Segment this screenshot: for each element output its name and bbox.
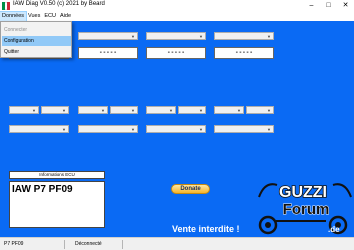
chevron-down-icon: ▼ — [267, 127, 271, 132]
ecu-info-box: IAW P7 PF09 — [9, 181, 105, 228]
parameter-select-16[interactable]: ▼ — [214, 125, 274, 133]
logo-text-suffix: .de — [328, 225, 340, 234]
parameter-select-4[interactable]: ▼ — [214, 32, 274, 40]
parameter-select-14[interactable]: ▼ — [78, 125, 138, 133]
status-divider — [64, 240, 65, 249]
chevron-down-icon: ▼ — [131, 108, 135, 113]
menu-vues[interactable]: Vues — [26, 12, 42, 21]
chevron-down-icon: ▼ — [237, 108, 241, 113]
chevron-down-icon: ▼ — [199, 108, 203, 113]
close-button[interactable]: ✕ — [337, 0, 354, 12]
status-bar: P7 PF09 Déconnecté — [0, 237, 354, 250]
chevron-down-icon: ▼ — [101, 108, 105, 113]
chevron-down-icon: ▼ — [131, 127, 135, 132]
menu-donnees[interactable]: Données — [0, 11, 28, 22]
title-bar: IAW Diag V0.50 (c) 2021 by Beard – □ ✕ — [0, 0, 354, 12]
watermark-text: Vente interdite ! — [172, 224, 240, 234]
menu-ecu[interactable]: ECU — [42, 12, 58, 21]
value-display-3: ----- — [146, 47, 206, 59]
donnees-dropdown-menu: Connecter Configuration Quitter — [0, 21, 72, 58]
parameter-select-7[interactable]: ▼ — [78, 106, 108, 114]
chevron-down-icon: ▼ — [199, 127, 203, 132]
ecu-info-value: IAW P7 PF09 — [12, 184, 73, 195]
chevron-down-icon: ▼ — [32, 108, 36, 113]
parameter-select-13[interactable]: ▼ — [9, 125, 69, 133]
chevron-down-icon: ▼ — [199, 34, 203, 39]
chevron-down-icon: ▼ — [131, 34, 135, 39]
status-connection: Déconnecté — [75, 241, 102, 247]
chevron-down-icon: ▼ — [62, 108, 66, 113]
menu-item-quitter[interactable]: Quitter — [2, 47, 71, 57]
minimize-button[interactable]: – — [303, 0, 320, 12]
chevron-down-icon: ▼ — [267, 34, 271, 39]
italian-flag-icon — [2, 2, 11, 10]
parameter-select-3[interactable]: ▼ — [146, 32, 206, 40]
parameter-select-8[interactable]: ▼ — [110, 106, 138, 114]
maximize-button[interactable]: □ — [320, 0, 337, 12]
donate-button[interactable]: Donate — [171, 184, 210, 194]
value-display-4: ----- — [214, 47, 274, 59]
parameter-select-2[interactable]: ▼ — [78, 32, 138, 40]
logo-text-guzzi: GUZZI — [279, 184, 327, 201]
status-divider — [122, 240, 123, 249]
parameter-select-15[interactable]: ▼ — [146, 125, 206, 133]
guzzi-forum-logo: GUZZI Forum .de — [258, 183, 352, 235]
window-title: IAW Diag V0.50 (c) 2021 by Beard — [13, 1, 105, 7]
menu-item-connecter[interactable]: Connecter — [2, 25, 71, 35]
parameter-select-5[interactable]: ▼ — [9, 106, 39, 114]
parameter-select-12[interactable]: ▼ — [246, 106, 274, 114]
parameter-select-11[interactable]: ▼ — [214, 106, 244, 114]
parameter-select-10[interactable]: ▼ — [178, 106, 206, 114]
menu-item-configuration[interactable]: Configuration — [2, 36, 71, 46]
logo-text-forum: Forum — [283, 201, 330, 218]
chevron-down-icon: ▼ — [267, 108, 271, 113]
chevron-down-icon: ▼ — [169, 108, 173, 113]
value-display-2: ----- — [78, 47, 138, 59]
chevron-down-icon: ▼ — [62, 127, 66, 132]
parameter-select-6[interactable]: ▼ — [41, 106, 69, 114]
status-ecu-type: P7 PF09 — [4, 241, 24, 247]
menu-bar: Données Vues ECU Aide — [0, 11, 354, 22]
menu-aide[interactable]: Aide — [58, 12, 73, 21]
ecu-info-label: Informations ECU — [9, 171, 105, 179]
parameter-select-9[interactable]: ▼ — [146, 106, 176, 114]
